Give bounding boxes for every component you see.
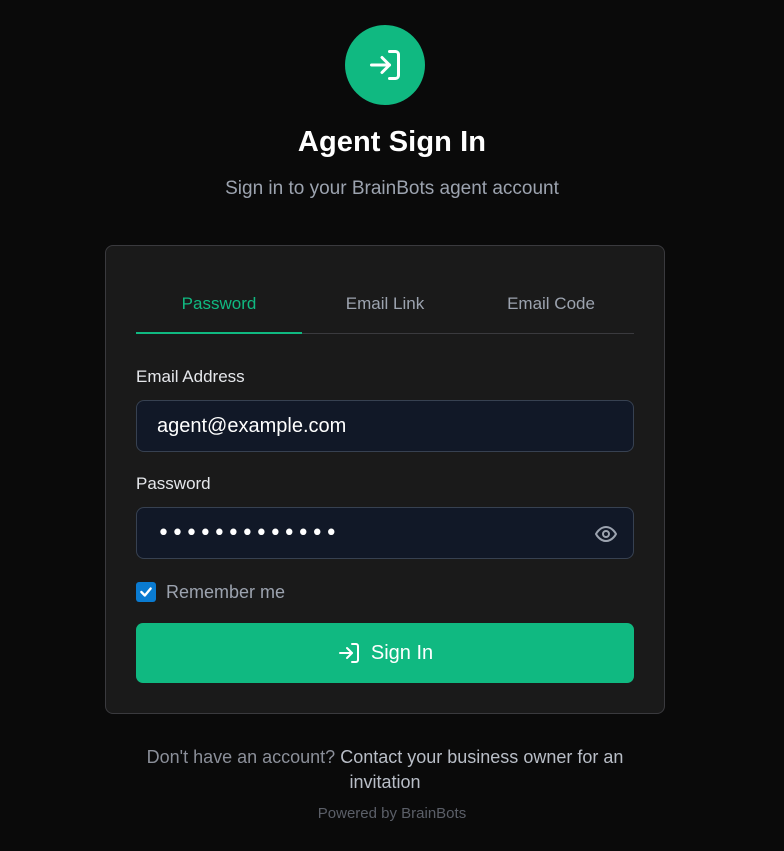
password-field[interactable]: ••••••••••••• [157,521,339,546]
sign-in-arrow-icon [370,50,400,80]
sign-in-card: Password Email Link Email Code Email Add… [105,245,665,714]
tab-password[interactable]: Password [136,280,302,334]
remember-me-label[interactable]: Remember me [166,582,285,603]
password-field-box: ••••••••••••• [136,507,634,559]
sign-in-page: Agent Sign In Sign in to your BrainBots … [0,0,784,851]
signup-prompt-text: Don't have an account? [146,747,336,767]
logo-badge [345,25,425,105]
checkmark-icon [140,587,152,597]
page-title: Agent Sign In [297,126,487,158]
password-label: Password [136,474,211,493]
contact-owner-link[interactable]: Contact your business owner for an invit… [340,747,623,792]
signup-prompt: Don't have an account? Contact your busi… [130,745,640,795]
auth-method-tabs: Password Email Link Email Code [136,280,634,334]
powered-by-text: Powered by BrainBots [317,805,467,822]
sign-in-button[interactable]: Sign In [136,623,634,683]
remember-me-row: Remember me [136,581,285,603]
email-label: Email Address [136,367,245,386]
email-field-box [136,400,634,452]
sign-in-button-label: Sign In [370,641,434,664]
tab-email-code[interactable]: Email Code [468,280,634,333]
sign-in-arrow-icon [338,643,359,663]
email-field[interactable] [157,414,577,438]
eye-icon [595,526,617,542]
toggle-password-visibility-button[interactable] [593,521,619,547]
page-subtitle: Sign in to your BrainBots agent account [225,178,559,199]
remember-me-checkbox[interactable] [136,582,156,602]
tab-email-link[interactable]: Email Link [302,280,468,333]
